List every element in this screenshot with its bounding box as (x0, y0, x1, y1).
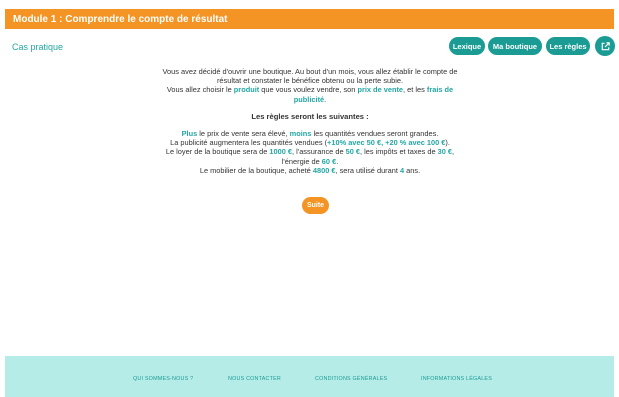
rules-title: Les règles seront les suivantes : (251, 111, 369, 121)
module-header: Module 1 : Comprendre le compte de résul… (5, 9, 614, 29)
lexique-button-label: Lexique (452, 41, 482, 51)
external-link-button[interactable] (595, 36, 615, 56)
rule-text: le prix de vente sera élevé, (197, 129, 290, 139)
keyword-plus: Plus (181, 129, 198, 139)
keyword-produit: produit (233, 85, 260, 95)
rule-text: . (336, 156, 339, 166)
ma-boutique-button[interactable]: Ma boutique (488, 37, 542, 55)
module-title: Module 1 : Comprendre le compte de résul… (13, 13, 228, 25)
intro-paragraph: Vous avez décidé d'ouvrir une boutique. … (160, 67, 460, 104)
value-loyer: 1000 € (269, 147, 293, 157)
subheader-bar: Cas pratique Lexique Ma boutique Les règ… (5, 36, 615, 58)
footer-link-contact[interactable]: NOUS CONTACTER (228, 376, 281, 382)
page-subtitle: Cas pratique (12, 42, 64, 52)
rule-text: ). (445, 138, 450, 148)
footer-link-legal[interactable]: INFORMATIONS LÉGALES (421, 376, 492, 382)
keyword-prix-de-vente: prix de vente (357, 85, 404, 95)
suite-button[interactable]: Suite (302, 197, 329, 214)
intro-text-part: que vous voulez vendre, son (259, 85, 358, 95)
intro-text: Vous avez décidé d'ouvrir une boutique. … (162, 67, 458, 86)
rule-text: , l'assurance de (292, 147, 346, 157)
keyword-publicite-effect: +10% avec 50 €, +20 % avec 100 € (327, 138, 446, 148)
rule-text: les quantités vendues seront grandes. (311, 129, 439, 139)
suite-button-label: Suite (306, 202, 325, 209)
les-regles-button-label: Les règles (549, 41, 587, 51)
value-energie: 60 € (321, 156, 337, 166)
value-impots: 30 € (437, 147, 453, 157)
rule-text: , les impôts et taxes de (360, 147, 438, 157)
rules-paragraph: Plus le prix de vente sera élevé, moins … (160, 129, 460, 175)
rule-text: ans. (404, 165, 421, 175)
footer: QUI SOMMES-NOUS ? NOUS CONTACTER CONDITI… (5, 356, 614, 397)
rule-text: , sera utilisé durant (335, 165, 400, 175)
footer-link-about[interactable]: QUI SOMMES-NOUS ? (133, 376, 193, 382)
keyword-moins: moins (289, 129, 312, 139)
lexique-button[interactable]: Lexique (449, 37, 485, 55)
rule-text: Le loyer de la boutique sera de (165, 147, 270, 157)
footer-link-conditions[interactable]: CONDITIONS GÉNÉRALES (315, 376, 387, 382)
rule-text: Le mobilier de la boutique, acheté (199, 165, 313, 175)
les-regles-button[interactable]: Les règles (546, 37, 590, 55)
external-link-icon (601, 41, 610, 50)
intro-text-part: Vous allez choisir le (166, 85, 234, 95)
case-study-text: Vous avez décidé d'ouvrir une boutique. … (160, 67, 460, 175)
value-mobilier: 4800 € (312, 165, 336, 175)
ma-boutique-button-label: Ma boutique (492, 41, 538, 51)
intro-text-part: , et les (403, 85, 427, 95)
intro-text-part: . (324, 94, 327, 104)
value-assurance: 50 € (345, 147, 361, 157)
rule-text: La publicité augmentera les quantités ve… (170, 138, 328, 148)
